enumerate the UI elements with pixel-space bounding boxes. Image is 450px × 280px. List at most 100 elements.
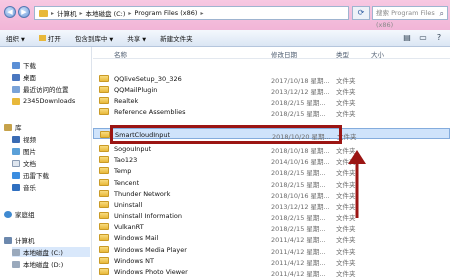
open-label: 打开 xyxy=(47,35,61,43)
list-item[interactable]: Reference Assemblies 2018/2/15 星期... 文件夹 xyxy=(93,106,450,118)
drive-icon xyxy=(12,248,20,256)
breadcrumb-program-files-x86[interactable]: Program Files (x86) xyxy=(134,9,197,17)
file-list: 名称 修改日期 类型 大小 QQliveSetup_30_326 2017/10/… xyxy=(93,47,450,280)
list-item[interactable]: Uninstall 2013/12/12 星期... 文件夹 xyxy=(93,199,450,211)
list-item[interactable]: Realtek 2018/2/15 星期... 文件夹 xyxy=(93,95,450,107)
folder-icon xyxy=(99,145,109,152)
chevron-down-icon: ▼ xyxy=(21,37,25,43)
sidebar-item-label: 迅雷下载 xyxy=(23,172,49,180)
sidebar-item-libraries[interactable]: 库 xyxy=(4,122,22,132)
folder-icon xyxy=(99,201,109,208)
new-folder-label: 新建文件夹 xyxy=(160,35,193,43)
folder-icon xyxy=(99,167,109,174)
help-icon[interactable]: ? xyxy=(434,33,444,43)
folder-icon xyxy=(99,108,109,115)
back-button[interactable]: ◀ xyxy=(4,6,16,18)
new-folder-button[interactable]: 新建文件夹 xyxy=(160,33,193,43)
open-button[interactable]: 打开 xyxy=(38,33,61,43)
thunder-icon xyxy=(12,171,20,179)
organize-menu[interactable]: 组织 ▼ xyxy=(6,33,25,43)
preview-pane-icon[interactable]: ▭ xyxy=(418,33,428,43)
folder-icon xyxy=(99,86,109,93)
list-item[interactable]: VulkanRT 2018/2/15 星期... 文件夹 xyxy=(93,221,450,233)
sidebar-item-homegroup[interactable]: 家庭组 xyxy=(4,209,35,219)
homegroup-icon xyxy=(4,210,12,218)
sidebar-item-thunder-downloads[interactable]: 迅雷下载 xyxy=(12,170,49,180)
folder-icon xyxy=(99,246,109,253)
list-item[interactable]: Thunder Network 2018/10/16 星期... 文件夹 xyxy=(93,188,450,200)
refresh-button[interactable]: ⟳ xyxy=(352,6,370,20)
sidebar-item-2345downloads[interactable]: 2345Downloads xyxy=(12,96,75,106)
folder-icon xyxy=(99,190,109,197)
sidebar-item-computer[interactable]: 计算机 xyxy=(4,235,35,245)
list-item[interactable]: Windows Photo Viewer 2011/4/12 星期... 文件夹 xyxy=(93,266,450,278)
list-item[interactable]: Tencent 2018/2/15 星期... 文件夹 xyxy=(93,177,450,189)
music-icon xyxy=(12,183,20,191)
library-icon xyxy=(4,123,12,131)
list-item[interactable]: Windows NT 2011/4/12 星期... 文件夹 xyxy=(93,255,450,267)
sidebar-item-label: 本地磁盘 (C:) xyxy=(23,249,63,257)
sidebar-item-videos[interactable]: 视频 xyxy=(12,134,36,144)
list-item[interactable]: Temp 2018/2/15 星期... 文件夹 xyxy=(93,165,450,177)
breadcrumb-local-disk-c[interactable]: 本地磁盘 (C:) xyxy=(86,8,126,18)
chevron-down-icon: ▼ xyxy=(109,37,114,43)
column-header-row: 名称 修改日期 类型 大小 xyxy=(93,47,450,59)
sidebar-item-music[interactable]: 音乐 xyxy=(12,182,36,192)
sidebar-item-label: 音乐 xyxy=(23,184,36,192)
chevron-down-icon: ▼ xyxy=(142,37,147,43)
column-name[interactable]: 名称 xyxy=(114,49,127,59)
pictures-icon xyxy=(12,147,20,155)
folder-icon xyxy=(99,223,109,230)
breadcrumb-computer[interactable]: 计算机 xyxy=(57,8,77,18)
list-item[interactable]: Uninstall Information 2018/2/15 星期... 文件夹 xyxy=(93,210,450,222)
share-label: 共享 xyxy=(127,35,141,43)
sidebar-item-recent[interactable]: 最近访问的位置 xyxy=(12,84,69,94)
folder-icon xyxy=(99,268,109,275)
sidebar-item-label: 视频 xyxy=(23,136,36,144)
share-menu[interactable]: 共享 ▼ xyxy=(127,33,146,43)
sidebar-item-pictures[interactable]: 图片 xyxy=(12,146,36,156)
sidebar-item-label: 最近访问的位置 xyxy=(23,86,69,94)
list-item[interactable]: SogouInput 2018/10/18 星期... 文件夹 xyxy=(93,143,450,155)
sidebar-item-local-disk-d[interactable]: 本地磁盘 (D:) xyxy=(12,259,63,269)
search-placeholder: 搜索 Program Files (x86) xyxy=(376,9,435,29)
sidebar-item-local-disk-c[interactable]: 本地磁盘 (C:) xyxy=(12,247,90,257)
computer-icon xyxy=(4,236,12,244)
sidebar-item-desktop[interactable]: 桌面 xyxy=(12,72,36,82)
list-item[interactable]: QQMailPlugin 2013/12/12 星期... 文件夹 xyxy=(93,84,450,96)
folder-icon xyxy=(12,97,20,105)
list-item[interactable]: Windows Mail 2011/4/12 星期... 文件夹 xyxy=(93,232,450,244)
folder-icon xyxy=(99,156,109,163)
view-options-icon[interactable]: ▤ xyxy=(402,33,412,43)
highlight-annotation-box xyxy=(110,125,342,144)
forward-button[interactable]: ▶ xyxy=(18,6,30,18)
search-icon: ⌕ xyxy=(439,9,444,18)
download-icon xyxy=(12,61,20,69)
list-item[interactable]: Tao123 2014/10/16 星期... 文件夹 xyxy=(93,154,450,166)
recent-places-icon xyxy=(12,85,20,93)
command-toolbar: 组织 ▼ 打开 包含到库中 ▼ 共享 ▼ 新建文件夹 ▤ ▭ ? xyxy=(0,30,450,47)
list-item[interactable]: Windows Media Player 2011/4/12 星期... 文件夹 xyxy=(93,244,450,256)
sidebar-item-label: 库 xyxy=(15,124,22,132)
folder-icon xyxy=(99,97,109,104)
column-type[interactable]: 类型 xyxy=(336,49,349,59)
list-item[interactable]: QQliveSetup_30_326 2017/10/18 星期... 文件夹 xyxy=(93,73,450,85)
refresh-icon: ⟳ xyxy=(357,8,365,17)
include-in-library-menu[interactable]: 包含到库中 ▼ xyxy=(75,33,113,43)
sidebar-item-label: 计算机 xyxy=(15,237,35,245)
sidebar-item-downloads[interactable]: 下载 xyxy=(12,60,36,70)
column-date[interactable]: 修改日期 xyxy=(271,49,297,59)
search-input[interactable]: 搜索 Program Files (x86) ⌕ xyxy=(372,6,448,29)
sidebar-item-label: 家庭组 xyxy=(15,211,35,219)
folder-icon xyxy=(99,257,109,264)
forward-arrow-icon: ▶ xyxy=(21,8,27,16)
open-icon xyxy=(38,35,46,41)
sidebar-item-documents[interactable]: 文档 xyxy=(12,158,36,168)
folder-icon xyxy=(99,75,109,82)
folder-icon xyxy=(99,234,109,241)
column-size[interactable]: 大小 xyxy=(371,49,384,59)
navigation-pane: 下载 桌面 最近访问的位置 2345Downloads 库 视频 图片 文档 迅… xyxy=(0,47,92,280)
folder-icon xyxy=(100,131,110,138)
window-titlebar: ◀ ▶ ▸ 计算机 ▸ 本地磁盘 (C:) ▸ Program Files (x… xyxy=(0,0,450,30)
address-bar[interactable]: ▸ 计算机 ▸ 本地磁盘 (C:) ▸ Program Files (x86) … xyxy=(34,6,349,20)
